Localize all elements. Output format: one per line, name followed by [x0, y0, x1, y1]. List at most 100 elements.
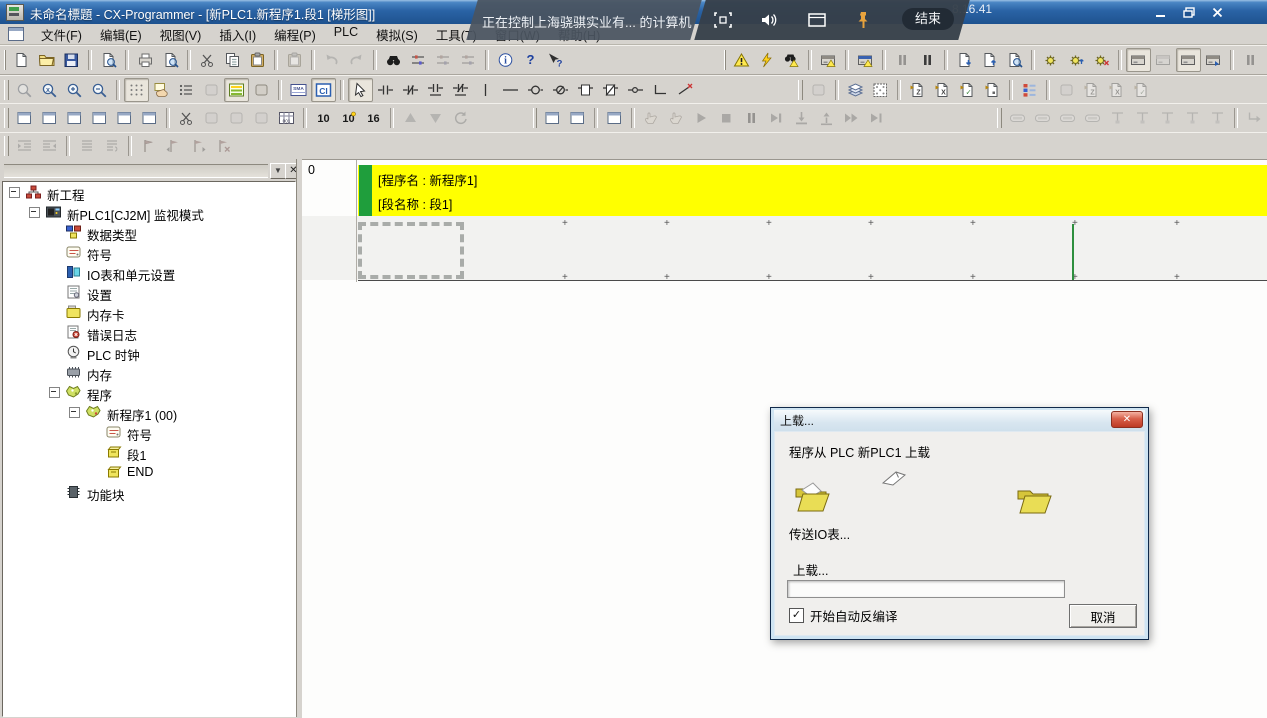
- toolbar-drag-handle[interactable]: [724, 50, 726, 70]
- tree-item-12[interactable]: 符号: [3, 422, 295, 442]
- send-online-edit-icon[interactable]: [1064, 48, 1089, 72]
- display-signed-decimal-icon[interactable]: 10: [336, 106, 361, 130]
- tree-item-6[interactable]: 内存卡: [3, 302, 295, 322]
- print-icon[interactable]: [133, 48, 158, 72]
- toolbar-drag-handle[interactable]: [4, 80, 9, 100]
- tree-item-3[interactable]: 符号: [3, 242, 295, 262]
- window-icon[interactable]: [806, 10, 828, 30]
- select-tool-icon[interactable]: [348, 78, 373, 102]
- menu-item-5[interactable]: PLC: [325, 23, 367, 46]
- window-properties-icon[interactable]: [137, 106, 162, 130]
- display-decimal-icon[interactable]: 10: [311, 106, 336, 130]
- tree-expander-icon[interactable]: [49, 387, 60, 398]
- restore-button[interactable]: [1178, 5, 1200, 20]
- copy-icon[interactable]: [220, 48, 245, 72]
- window-build-icon[interactable]: [37, 106, 62, 130]
- help-contents-icon[interactable]: ?: [518, 48, 543, 72]
- new-instruction-icon[interactable]: [573, 78, 598, 102]
- io-table-window-icon[interactable]: [1126, 48, 1151, 72]
- monitor-mode-icon[interactable]: [779, 48, 804, 72]
- comment-instruction-view-icon[interactable]: CI: [311, 78, 336, 102]
- new-closed-coil-icon[interactable]: [548, 78, 573, 102]
- tree-item-7[interactable]: 错误日志: [3, 322, 295, 342]
- transfer-settings-icon[interactable]: [853, 48, 878, 72]
- dialog-close-icon[interactable]: ✕: [1111, 411, 1143, 428]
- menu-item-6[interactable]: 模拟(S): [367, 23, 427, 46]
- toolbar-drag-handle[interactable]: [4, 50, 6, 70]
- end-control-button[interactable]: 结束: [902, 8, 954, 30]
- watch-window-icon[interactable]: [1176, 48, 1201, 72]
- tree-item-9[interactable]: 内存: [3, 362, 295, 382]
- new-file-icon[interactable]: [9, 48, 34, 72]
- toolbar-drag-handle[interactable]: [533, 108, 538, 128]
- ladder-cursor-cell[interactable]: [358, 222, 464, 279]
- new-contact-icon[interactable]: [373, 78, 398, 102]
- new-coil-icon[interactable]: [523, 78, 548, 102]
- toolbar-drag-handle[interactable]: [4, 108, 9, 128]
- simulator-connect-icon[interactable]: [540, 106, 565, 130]
- zoom-in-icon[interactable]: [62, 78, 87, 102]
- toolbar-drag-handle[interactable]: [997, 108, 1002, 128]
- grid-toggle-icon[interactable]: [124, 78, 149, 102]
- insert-column-icon[interactable]: [980, 78, 1005, 102]
- chevron-down-icon[interactable]: ▼: [270, 163, 286, 179]
- open-file-icon[interactable]: [34, 48, 59, 72]
- close-button[interactable]: [1206, 5, 1228, 20]
- tree-item-15[interactable]: 功能块: [3, 482, 295, 502]
- work-online-icon[interactable]: [729, 48, 754, 72]
- find-icon[interactable]: [381, 48, 406, 72]
- show-all-levels-icon[interactable]: [843, 78, 868, 102]
- insert-rung-above-icon[interactable]: Z: [905, 78, 930, 102]
- simulator-doc-icon[interactable]: [602, 106, 627, 130]
- tree-expander-icon[interactable]: [9, 187, 20, 198]
- save-icon[interactable]: [59, 48, 84, 72]
- menu-item-0[interactable]: 文件(F): [32, 23, 91, 46]
- data-trace-icon[interactable]: [1201, 48, 1226, 72]
- fullscreen-icon[interactable]: [712, 10, 734, 30]
- new-or-closed-contact-icon[interactable]: [448, 78, 473, 102]
- upload-from-plc-icon[interactable]: [977, 48, 1002, 72]
- download-to-plc-icon[interactable]: [952, 48, 977, 72]
- tree-item-14[interactable]: END: [3, 462, 295, 482]
- cancel-online-edit-icon[interactable]: [1089, 48, 1114, 72]
- new-closed-contact-icon[interactable]: [398, 78, 423, 102]
- insert-rung-below-icon[interactable]: X: [930, 78, 955, 102]
- paste-icon[interactable]: [245, 48, 270, 72]
- tree-item-13[interactable]: 段1: [3, 442, 295, 462]
- show-properties-icon[interactable]: i: [493, 48, 518, 72]
- context-help-icon[interactable]: ?: [543, 48, 568, 72]
- tree-item-11[interactable]: 新程序1 (00): [3, 402, 295, 422]
- window-swap-icon[interactable]: [112, 106, 137, 130]
- display-hex-icon[interactable]: 16: [361, 106, 386, 130]
- time-chart-monitor-icon[interactable]: [1263, 48, 1267, 72]
- minimize-button[interactable]: [1150, 5, 1172, 20]
- tree-expander-icon[interactable]: [69, 407, 80, 418]
- new-vertical-line-icon[interactable]: [473, 78, 498, 102]
- menu-item-2[interactable]: 视图(V): [151, 23, 211, 46]
- window-watch-icon[interactable]: [87, 106, 112, 130]
- zoom-custom-icon[interactable]: x: [37, 78, 62, 102]
- new-or-contact-icon[interactable]: [423, 78, 448, 102]
- invert-instruction-icon[interactable]: [623, 78, 648, 102]
- menu-item-4[interactable]: 编程(P): [265, 23, 325, 46]
- delete-line-icon[interactable]: [673, 78, 698, 102]
- online-edit-rungs-icon[interactable]: [1039, 48, 1064, 72]
- find-replace-icon[interactable]: [406, 48, 431, 72]
- pause-icon[interactable]: [915, 48, 940, 72]
- new-horizontal-line-icon[interactable]: [498, 78, 523, 102]
- tree-item-0[interactable]: 新工程: [3, 182, 295, 202]
- zoom-out-icon[interactable]: [87, 78, 112, 102]
- menu-item-1[interactable]: 编辑(E): [91, 23, 151, 46]
- address-reference-tool-icon[interactable]: SMA: [286, 78, 311, 102]
- tree-item-1[interactable]: 新PLC1[CJ2M] 监视模式: [3, 202, 295, 222]
- cut-icon[interactable]: [195, 48, 220, 72]
- toolbar-drag-handle[interactable]: [4, 136, 9, 156]
- tree-item-8[interactable]: PLC 时钟: [3, 342, 295, 362]
- auto-online-icon[interactable]: [754, 48, 779, 72]
- cancel-button[interactable]: 取消: [1069, 604, 1137, 628]
- show-rung-grid-icon[interactable]: [868, 78, 893, 102]
- simulator-copy-icon[interactable]: [565, 106, 590, 130]
- new-inverted-instruction-icon[interactable]: [598, 78, 623, 102]
- tree-item-5[interactable]: 设置: [3, 282, 295, 302]
- menu-item-3[interactable]: 插入(I): [210, 23, 265, 46]
